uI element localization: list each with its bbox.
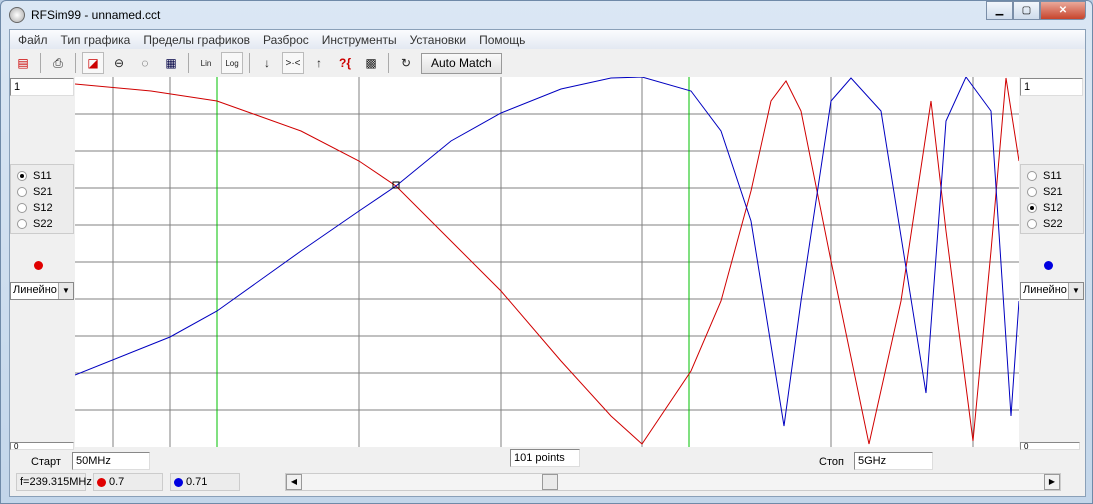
stop-label: Стоп [819, 456, 844, 468]
frequency-scrollbar[interactable]: ◀ ▶ [285, 473, 1061, 491]
right-radio-s12[interactable]: S12 [1027, 200, 1077, 216]
polar-chart-icon[interactable]: ◌ [134, 52, 156, 74]
right-radio-s22[interactable]: S22 [1027, 216, 1077, 232]
menu-file[interactable]: Файл [18, 33, 48, 47]
right-scale-select[interactable]: Линейно ▼ [1020, 282, 1084, 300]
tune-icon[interactable]: ↻ [395, 52, 417, 74]
scroll-left-button[interactable]: ◀ [286, 474, 302, 490]
minimize-button[interactable]: ▁ [986, 1, 1013, 20]
scroll-right-button[interactable]: ▶ [1044, 474, 1060, 490]
left-radio-s12[interactable]: S12 [17, 200, 67, 216]
right-param-group: S11 S21 S12 S22 [1020, 164, 1084, 234]
auto-match-button[interactable]: Auto Match [421, 52, 502, 74]
left-radio-s11[interactable]: S11 [17, 168, 67, 184]
menu-bar: Файл Тип графика Пределы графиков Разбро… [10, 30, 1085, 49]
lin-scale-button[interactable]: Lin [195, 52, 217, 74]
title-bar: RFSim99 - unnamed.cct [9, 6, 160, 24]
print-icon[interactable]: ⎙ [47, 52, 69, 74]
stop-frequency-field[interactable]: 5GHz [854, 452, 933, 470]
right-min-field[interactable]: 0 [1020, 442, 1080, 450]
smith-chart-icon[interactable]: ⊖ [108, 52, 130, 74]
points-field[interactable]: 101 points [510, 449, 580, 467]
right-radio-s21[interactable]: S21 [1027, 184, 1077, 200]
left-scale-select[interactable]: Линейно ▼ [10, 282, 74, 300]
table-icon[interactable]: ▦ [160, 52, 182, 74]
right-max-field[interactable]: 1 [1020, 78, 1083, 96]
app-window: RFSim99 - unnamed.cct ▁ ▢ ✕ Файл Тип гра… [0, 0, 1093, 504]
left-trace-color-dot[interactable] [34, 261, 43, 270]
window-title: RFSim99 - unnamed.cct [31, 8, 161, 22]
menu-graph-limits[interactable]: Пределы графиков [143, 33, 250, 47]
arrow-down-icon[interactable]: ↓ [256, 52, 278, 74]
left-radio-s21[interactable]: S21 [17, 184, 67, 200]
status-red-value: 0.7 [93, 473, 163, 491]
cartesian-plot-icon[interactable]: ◪ [82, 52, 104, 74]
maximize-button[interactable]: ▢ [1013, 1, 1040, 20]
tolerance-icon[interactable]: ▩ [360, 52, 382, 74]
left-max-field[interactable]: 1 [10, 78, 74, 96]
plot-area[interactable] [74, 76, 1020, 447]
marker-icon[interactable]: >·< [282, 52, 304, 74]
menu-settings[interactable]: Установки [410, 33, 466, 47]
plot-svg [74, 76, 1020, 447]
start-label: Старт [31, 456, 61, 468]
toolbar: ▤ ⎙ ◪ ⊖ ◌ ▦ Lin Log ↓ >·< ↑ ?{ ▩ ↻ Auto … [10, 50, 502, 76]
status-frequency: f=239.315MHz [16, 473, 92, 491]
help-context-icon[interactable]: ?{ [334, 52, 356, 74]
left-param-group: S11 S21 S12 S22 [10, 164, 74, 234]
scroll-thumb[interactable] [542, 474, 558, 490]
menu-help[interactable]: Помощь [479, 33, 525, 47]
right-radio-s11[interactable]: S11 [1027, 168, 1077, 184]
arrow-up-icon[interactable]: ↑ [308, 52, 330, 74]
menu-graph-type[interactable]: Тип графика [61, 33, 131, 47]
right-trace-color-dot[interactable] [1044, 261, 1053, 270]
start-frequency-field[interactable]: 50MHz [72, 452, 150, 470]
save-icon[interactable]: ▤ [12, 52, 34, 74]
menu-tolerance[interactable]: Разброс [263, 33, 309, 47]
close-button[interactable]: ✕ [1040, 1, 1086, 20]
log-scale-button[interactable]: Log [221, 52, 243, 74]
app-icon [9, 7, 25, 23]
menu-tools[interactable]: Инструменты [322, 33, 397, 47]
status-blue-value: 0.71 [170, 473, 240, 491]
left-min-field[interactable]: 0 [10, 442, 74, 450]
left-radio-s22[interactable]: S22 [17, 216, 67, 232]
